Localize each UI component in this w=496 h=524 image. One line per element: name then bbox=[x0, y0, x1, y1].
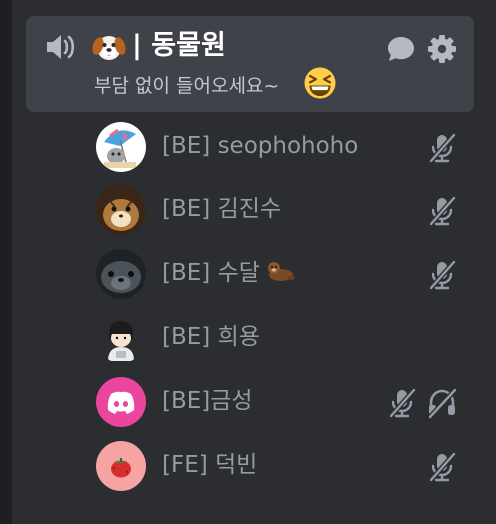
deafened-headphones-icon bbox=[428, 388, 457, 419]
laughing-face-icon bbox=[304, 67, 336, 99]
muted-mic-icon bbox=[429, 452, 456, 482]
member-name: [BE] 희용 bbox=[162, 324, 260, 350]
muted-mic-icon bbox=[429, 260, 456, 290]
muted-mic-icon bbox=[389, 388, 416, 418]
voice-member-geumseong[interactable]: [BE]금성 bbox=[96, 375, 476, 431]
member-name-text: [BE] 수달 bbox=[162, 260, 260, 286]
muted-mic-icon bbox=[429, 133, 456, 163]
member-name: [BE] 수달 bbox=[162, 257, 296, 289]
chat-bubble-icon[interactable] bbox=[387, 36, 415, 62]
member-name: [BE]금성 bbox=[162, 388, 253, 414]
left-panel-edge bbox=[0, 0, 12, 524]
voice-member-sudal[interactable]: [BE] 수달 bbox=[96, 247, 476, 303]
cartoon-avatar bbox=[96, 122, 146, 172]
member-name: [FE] 덕빈 bbox=[162, 452, 258, 478]
member-name: [BE] 김진수 bbox=[162, 196, 282, 222]
channel-status-text: 부담 없이 들어오세요~ bbox=[94, 75, 280, 97]
member-name: [BE] seophohoho bbox=[162, 133, 359, 159]
voice-member-huiyong[interactable]: [BE] 희용 bbox=[96, 311, 476, 367]
chipmunk-avatar bbox=[96, 185, 146, 235]
voice-member-kimjinsu[interactable]: [BE] 김진수 bbox=[96, 183, 476, 239]
gear-icon[interactable] bbox=[427, 34, 457, 64]
discord-default-avatar bbox=[96, 377, 146, 427]
speaker-icon bbox=[47, 35, 75, 59]
boy-avatar bbox=[96, 313, 146, 363]
seal-avatar bbox=[96, 249, 146, 299]
tomato-avatar bbox=[96, 441, 146, 491]
voice-member-deokbin[interactable]: [FE] 덕빈 bbox=[96, 439, 476, 495]
voice-channel[interactable]: | 동물원 부담 없이 들어오세요~ bbox=[26, 16, 474, 112]
voice-member-seophohoho[interactable]: [BE] seophohoho bbox=[96, 120, 476, 176]
dog-face-icon bbox=[92, 36, 126, 60]
muted-mic-icon bbox=[429, 196, 456, 226]
channel-name: | 동물원 bbox=[132, 30, 226, 61]
otter-icon bbox=[268, 262, 296, 281]
